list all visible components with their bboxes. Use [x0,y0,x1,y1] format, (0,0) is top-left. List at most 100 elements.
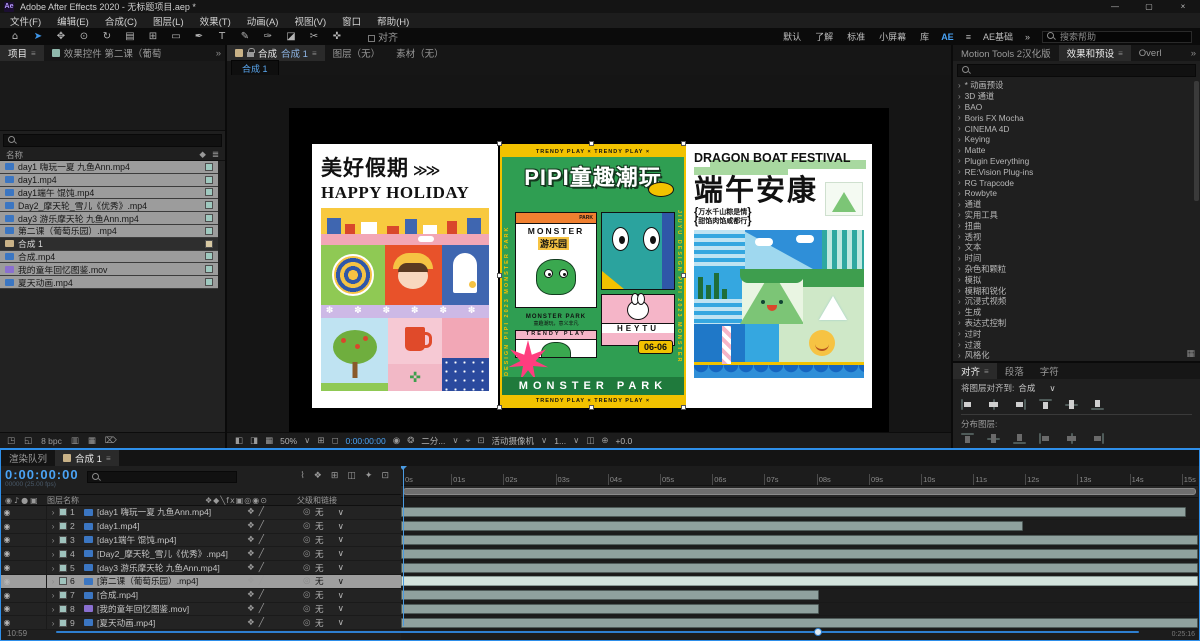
playhead[interactable] [403,466,404,626]
tab-motion-tools[interactable]: Motion Tools 2汉化版 [953,45,1059,61]
distribute-left-icon[interactable] [1039,433,1052,444]
chevron-down-icon[interactable]: ∨ [338,617,344,628]
layer-switches[interactable]: ❖╱ [243,576,303,586]
visibility-eye-icon[interactable]: ◉ [1,522,13,531]
tool-button[interactable]: ▭ [169,31,183,42]
layer-duration-bar[interactable] [401,521,1023,531]
effect-category-row[interactable]: › RG Trapcode [953,177,1200,188]
expander-icon[interactable]: › [958,221,961,230]
effect-category-row[interactable]: › 杂色和颗粒 [953,264,1200,275]
distribute-bottom-icon[interactable] [1013,433,1026,444]
label-color-chip[interactable] [205,252,213,260]
tool-button[interactable]: T [215,31,229,42]
layer-duration-bar[interactable] [401,590,819,600]
pixel-aspect-icon[interactable]: ◫ [586,436,594,446]
graph-editor-icon[interactable]: ⊡ [381,471,389,481]
layer-name[interactable]: [合成.mp4] [97,589,243,601]
align-right-icon[interactable] [1013,399,1026,410]
parent-dropdown-value[interactable]: 无 [315,520,324,532]
name-column-header[interactable]: 名称 [6,149,23,161]
effect-category-row[interactable]: › 风格化 [953,350,1200,361]
expander-icon[interactable]: › [958,340,961,349]
label-color-chip[interactable] [59,536,67,544]
close-button[interactable]: × [1166,2,1200,11]
camera-view-value[interactable]: 活动摄像机 [492,435,535,447]
visibility-eye-icon[interactable]: ◉ [1,535,13,544]
expander-icon[interactable]: › [47,618,59,628]
tab-render-queue[interactable]: 渲染队列 [1,450,55,466]
effect-category-row[interactable]: › 过渡 [953,339,1200,350]
menu-item[interactable]: 合成(C) [105,14,137,28]
workspace-overflow-icon[interactable]: » [1025,32,1030,42]
chevron-down-icon[interactable]: ∨ [338,548,344,559]
chevron-down-icon[interactable]: ∨ [338,507,344,518]
tool-button[interactable]: ⊙ [77,31,91,42]
workspace-menu-icon[interactable]: ≡ [966,32,971,42]
selection-handle[interactable] [681,405,686,410]
work-area[interactable] [401,486,1198,498]
tab-timeline-comp[interactable]: 合成 1 ≡ [55,450,119,466]
align-top-icon[interactable] [1039,399,1052,410]
project-item-row[interactable]: 合成.mp4 [0,251,218,264]
expander-icon[interactable]: › [958,210,961,219]
expander-icon[interactable]: › [47,604,59,614]
menu-item[interactable]: 图层(L) [153,14,184,28]
pickwhip-icon[interactable]: ◎ [303,590,315,600]
layer-row[interactable]: ◉ › 1 [day1 嗨玩一夏 九鱼Ann.mp4] ❖╱ ◎ 无 ∨ [1,506,401,520]
parent-dropdown-value[interactable]: 无 [315,575,324,587]
project-search[interactable] [3,134,222,147]
menu-item[interactable]: 文件(F) [10,14,41,28]
chevron-down-icon[interactable]: ∨ [338,576,344,587]
label-color-chip[interactable] [205,163,213,171]
menu-item[interactable]: 帮助(H) [377,14,409,28]
av-toggle-cells[interactable] [13,616,47,629]
comp-subtab-active[interactable]: 合成 1 [231,60,279,77]
label-color-chip[interactable] [205,227,213,235]
tab-overlord[interactable]: Overl [1131,45,1170,61]
pickwhip-icon[interactable]: ◎ [303,563,315,573]
project-item-row[interactable]: day1端午 馄饨.mp4 [0,187,218,200]
layer-switches[interactable]: ❖╱ [243,507,303,517]
label-color-chip[interactable] [205,188,213,196]
visibility-eye-icon[interactable]: ◉ [1,563,13,572]
layer-switches[interactable]: ❖╱ [243,618,303,628]
channels-icon[interactable]: ❂ [407,436,414,446]
av-toggle-cells[interactable] [13,520,47,533]
expander-icon[interactable]: › [47,563,59,573]
expander-icon[interactable]: › [958,275,961,284]
project-item-row[interactable]: 第二课（葡萄乐园）.mp4 [0,225,218,238]
distribute-top-icon[interactable] [961,433,974,444]
expander-icon[interactable]: › [47,535,59,545]
layer-duration-bar[interactable] [401,535,1198,545]
workspace-tab[interactable]: 标准 [847,30,865,43]
label-column-icon[interactable]: ◆ [199,150,206,160]
timeline-search[interactable] [87,471,237,483]
effect-category-row[interactable]: › CINEMA 4D [953,123,1200,134]
view-layout-icon[interactable]: ◧ [235,436,243,446]
layer-switches[interactable]: ❖╱ [243,604,303,614]
effect-category-row[interactable]: › 沉浸式视频 [953,296,1200,307]
magnification-value[interactable]: 50% [280,436,297,446]
pickwhip-icon[interactable]: ◎ [303,618,315,628]
parent-dropdown-value[interactable]: 无 [315,603,324,615]
tool-button[interactable]: ⌂ [8,31,22,42]
new-folder-icon[interactable]: ▥ [71,436,79,446]
hide-shy-icon[interactable]: ⊞ [331,471,339,481]
delete-icon[interactable]: ⌦ [105,436,117,446]
label-color-chip[interactable] [205,240,213,248]
selection-handle[interactable] [681,141,686,146]
effects-search[interactable] [957,64,1196,77]
help-search[interactable]: 搜索帮助 [1042,31,1192,43]
chevron-down-icon[interactable]: ∨ [573,435,579,446]
label-color-chip[interactable] [205,214,213,222]
effect-category-row[interactable]: › 时间 [953,253,1200,264]
region-of-interest-icon[interactable]: ◻ [331,436,338,446]
panel-resize-icon[interactable]: ▦ [1186,349,1195,359]
target-icon[interactable]: ⌖ [466,436,471,446]
layer-name[interactable]: [夏天动画.mp4] [97,617,243,629]
layer-name[interactable]: [我的童年回忆图鉴.mov] [97,603,243,615]
pickwhip-icon[interactable]: ◎ [303,604,315,614]
effect-category-row[interactable]: › 模糊和锐化 [953,285,1200,296]
project-item-row[interactable]: day3 游乐摩天轮 九鱼Ann.mp4 [0,212,218,225]
effect-category-row[interactable]: › 生成 [953,307,1200,318]
